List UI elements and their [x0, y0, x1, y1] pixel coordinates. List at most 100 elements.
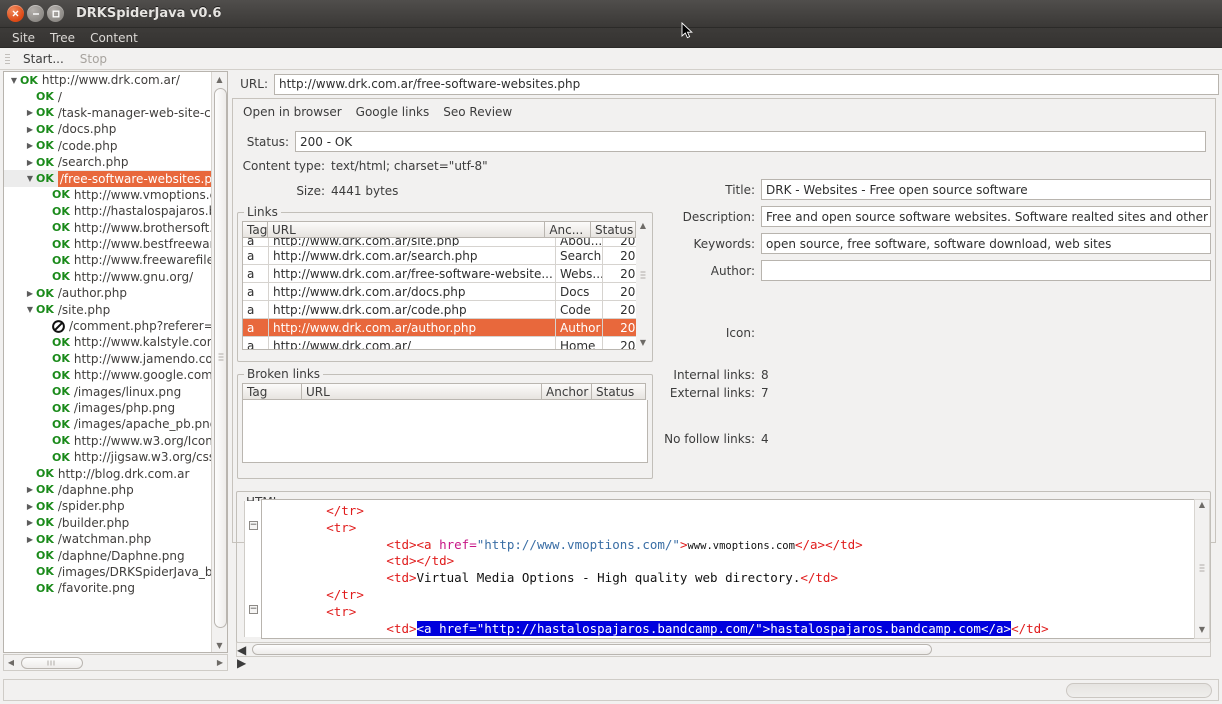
- status-input[interactable]: 200 - OK: [295, 131, 1206, 152]
- tree-horizontal-scrollbar[interactable]: ◀ ▶: [3, 654, 228, 671]
- table-row[interactable]: a http://www.drk.com.ar/site.php Abou... 20…: [243, 238, 646, 247]
- tree-item[interactable]: OK/images/DRKSpiderJava_bet: [4, 564, 212, 580]
- tree-expand-collapse-right-icon[interactable]: ▶: [24, 125, 36, 134]
- tree-expand-collapse-right-icon[interactable]: ▶: [24, 289, 36, 298]
- tree-item[interactable]: OK http://www.bestfreeware: [4, 236, 212, 252]
- html-source-viewer[interactable]: </tr> <tr> <td><a href="http://www.vmopt…: [261, 499, 1200, 639]
- tree-expand-collapse-right-icon[interactable]: ▶: [24, 108, 36, 117]
- table-row[interactable]: a http://www.drk.com.ar/free-software-web…: [243, 265, 646, 283]
- fold-toggle-icon[interactable]: −: [249, 521, 258, 530]
- tree-vertical-scrollbar[interactable]: ▲ ▼: [211, 72, 227, 652]
- tree-item[interactable]: OK http://blog.drk.com.ar: [4, 465, 212, 481]
- tree-expand-collapse-down-icon[interactable]: ▼: [24, 174, 36, 183]
- tree-item[interactable]: OK http://www.brothersoft.c: [4, 220, 212, 236]
- tree-item[interactable]: ▶ OK/task-manager-web-site-cra: [4, 105, 212, 121]
- tree-hscroll-thumb[interactable]: [21, 657, 83, 669]
- tree-item[interactable]: OK http://www.google.com/p: [4, 367, 212, 383]
- seo-review-link[interactable]: Seo Review: [443, 105, 512, 119]
- table-row[interactable]: a http://www.drk.com.ar/author.php Author 2…: [243, 319, 646, 337]
- code-scroll-up-icon[interactable]: ▲: [1195, 500, 1209, 513]
- tree-expand-collapse-right-icon[interactable]: ▶: [24, 141, 36, 150]
- broken-col-anchor[interactable]: Anchor: [542, 383, 592, 400]
- menu-item-content[interactable]: Content: [84, 29, 144, 47]
- table-row[interactable]: a http://www.drk.com.ar/search.php Search 2…: [243, 247, 646, 265]
- tree-item[interactable]: OK/images/php.png: [4, 400, 212, 416]
- code-hscroll-thumb[interactable]: [252, 644, 932, 655]
- broken-col-url[interactable]: URL: [302, 383, 542, 400]
- title-input[interactable]: DRK - Websites - Free open source softwa…: [761, 179, 1211, 200]
- code-horizontal-scrollbar[interactable]: ◀ ▶: [236, 642, 1211, 670]
- open-in-browser-link[interactable]: Open in browser: [243, 105, 342, 119]
- code-vertical-scrollbar[interactable]: ▲ ▼: [1194, 499, 1210, 639]
- tree-item[interactable]: ▶ OK/spider.php: [4, 498, 212, 514]
- tree-item[interactable]: OK/images/apache_pb.png: [4, 416, 212, 432]
- tree-item[interactable]: ▶ OK/search.php: [4, 154, 212, 170]
- links-col-anchor[interactable]: Anc...: [545, 221, 591, 238]
- fold-toggle-icon[interactable]: −: [249, 605, 258, 614]
- google-links-link[interactable]: Google links: [356, 105, 430, 119]
- menu-item-site[interactable]: Site: [6, 29, 41, 47]
- tree-scroll-thumb[interactable]: [214, 88, 227, 628]
- tree-item[interactable]: OK/images/linux.png: [4, 383, 212, 399]
- url-input[interactable]: http://www.drk.com.ar/free-software-webs…: [274, 73, 1219, 95]
- tree-item[interactable]: OK http://www.gnu.org/: [4, 269, 212, 285]
- table-row[interactable]: a http://www.drk.com.ar/Home 200: [243, 337, 646, 349]
- tree-item[interactable]: OK http://www.w3.org/Icons: [4, 433, 212, 449]
- scroll-left-icon[interactable]: ◀: [4, 655, 18, 670]
- tree-item[interactable]: ▶ OK/code.php: [4, 138, 212, 154]
- tree-item[interactable]: OK /: [4, 88, 212, 104]
- keywords-input[interactable]: open source, free software, software dow…: [761, 233, 1211, 254]
- tree-item[interactable]: /comment.php?referer=: [4, 318, 212, 334]
- tree-item[interactable]: OK http://hastalospajaros.ba: [4, 203, 212, 219]
- tree-item[interactable]: ▶ OK/daphne.php: [4, 482, 212, 498]
- code-scroll-thumb[interactable]: [1195, 513, 1208, 574]
- tree-item[interactable]: ▼ OK/free-software-websites.ph: [4, 170, 212, 187]
- links-col-status[interactable]: Status: [591, 221, 636, 238]
- tree-item[interactable]: ▶ OK/watchman.php: [4, 531, 212, 547]
- links-vertical-scrollbar[interactable]: ▲ ▼: [636, 221, 650, 351]
- links-table-body[interactable]: a http://www.drk.com.ar/site.php Abou... 20…: [242, 238, 647, 350]
- start-button[interactable]: Start...: [15, 51, 72, 67]
- tree-item[interactable]: OK/daphne/Daphne.png: [4, 547, 212, 563]
- tree-item[interactable]: OK/favorite.png: [4, 580, 212, 596]
- broken-col-status[interactable]: Status: [592, 383, 646, 400]
- broken-col-tag[interactable]: Tag: [242, 383, 302, 400]
- scroll-up-icon[interactable]: ▲: [212, 72, 227, 86]
- maximize-window-button[interactable]: [47, 5, 64, 22]
- broken-links-table-body[interactable]: [242, 400, 648, 463]
- close-window-button[interactable]: [7, 5, 24, 22]
- links-col-tag[interactable]: Tag: [242, 221, 268, 238]
- tree-item[interactable]: OK http://jigsaw.w3.org/css-: [4, 449, 212, 465]
- tree-item[interactable]: OK http://www.vmoptions.co: [4, 187, 212, 203]
- scroll-down-icon[interactable]: ▼: [212, 638, 227, 652]
- tree-expand-collapse-right-icon[interactable]: ▶: [24, 502, 36, 511]
- menu-item-tree[interactable]: Tree: [44, 29, 81, 47]
- tree-item[interactable]: ▼ OK http://www.drk.com.ar/: [4, 72, 212, 88]
- links-scroll-down-icon[interactable]: ▼: [636, 338, 650, 351]
- tree-expand-collapse-right-icon[interactable]: ▶: [24, 535, 36, 544]
- site-tree[interactable]: ▼ OK http://www.drk.com.ar/OK / ▶ OK/task-man…: [4, 72, 212, 652]
- tree-item[interactable]: OK http://www.freewarefiles: [4, 252, 212, 268]
- author-input[interactable]: [761, 260, 1211, 281]
- links-scroll-thumb[interactable]: [636, 251, 649, 301]
- minimize-window-button[interactable]: [27, 5, 44, 22]
- description-input[interactable]: Free and open source software websites. …: [761, 206, 1211, 227]
- tree-expand-collapse-right-icon[interactable]: ▶: [24, 485, 36, 494]
- tree-expand-collapse-down-icon[interactable]: ▼: [8, 76, 20, 85]
- tree-expand-collapse-down-icon[interactable]: ▼: [24, 305, 36, 314]
- tree-item[interactable]: ▼ OK/site.php: [4, 301, 212, 317]
- tree-item[interactable]: ▶ OK/author.php: [4, 285, 212, 301]
- tree-expand-collapse-right-icon[interactable]: ▶: [24, 518, 36, 527]
- tree-item[interactable]: ▶ OK/builder.php: [4, 515, 212, 531]
- table-row[interactable]: a http://www.drk.com.ar/code.php Code 200: [243, 301, 646, 319]
- toolbar-grip-handle[interactable]: [4, 51, 11, 66]
- scroll-right-icon[interactable]: ▶: [213, 655, 227, 670]
- tree-scroll-track[interactable]: [213, 86, 227, 638]
- code-scroll-right-icon[interactable]: ▶: [237, 656, 1210, 670]
- code-scroll-down-icon[interactable]: ▼: [1195, 625, 1209, 638]
- tree-item[interactable]: ▶ OK/docs.php: [4, 121, 212, 137]
- tree-item[interactable]: OK http://www.jamendo.com: [4, 351, 212, 367]
- links-col-url[interactable]: URL: [268, 221, 546, 238]
- table-row[interactable]: a http://www.drk.com.ar/docs.php Docs 200: [243, 283, 646, 301]
- tree-item[interactable]: OK http://www.kalstyle.com: [4, 334, 212, 350]
